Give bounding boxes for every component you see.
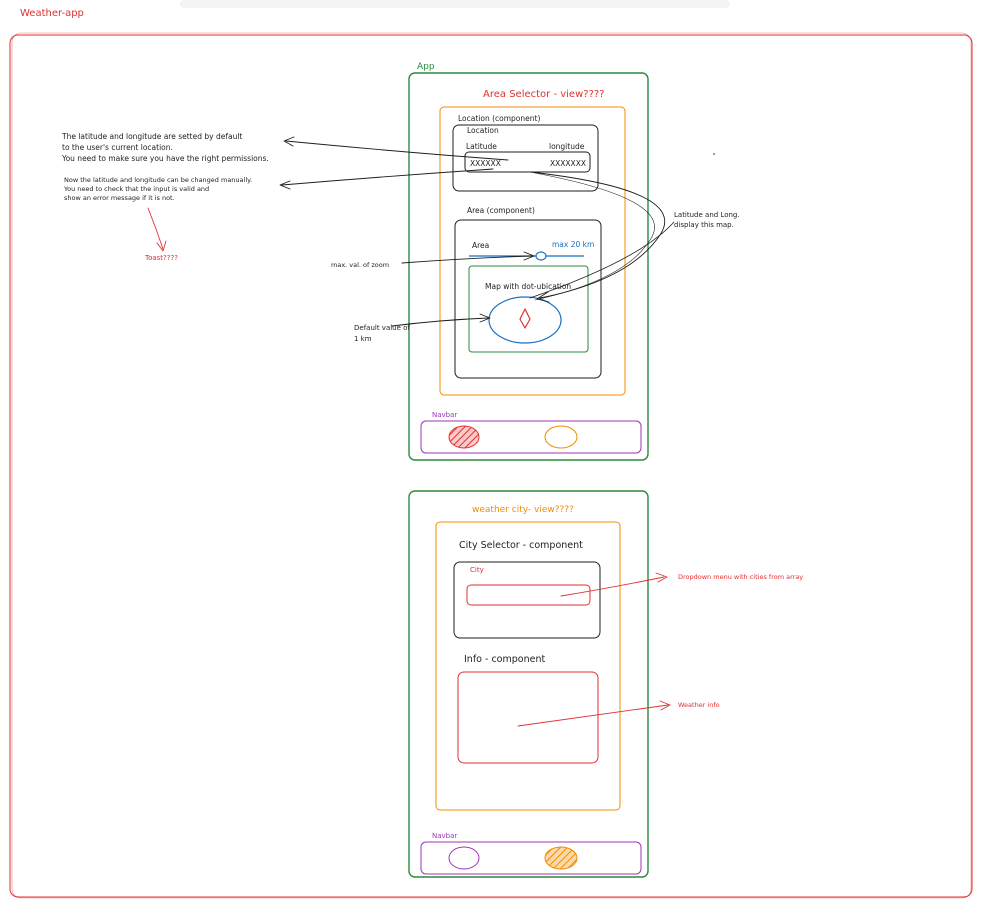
city-view-title: weather city- view???? xyxy=(472,505,574,515)
area-navbar-tab-active-icon[interactable] xyxy=(448,425,480,449)
city-field-label: City xyxy=(470,566,484,574)
diagram-canvas: Weather-app App Area Selector - view????… xyxy=(9,0,973,899)
city-selector-label: City Selector - component xyxy=(459,540,583,551)
latitude-label: Latitude xyxy=(466,142,497,151)
location-box-label: Location xyxy=(467,126,499,135)
city-navbar-tab-active-icon[interactable] xyxy=(544,846,578,870)
app-label: App xyxy=(417,62,435,72)
city-navbar-label: Navbar xyxy=(432,832,457,840)
note-manual-change: Now the latitude and longitude can be ch… xyxy=(63,176,254,202)
location-component-label: Location (component) xyxy=(458,114,540,123)
note-weather-info: Weather info xyxy=(678,701,720,709)
area-label: Area xyxy=(472,241,489,250)
info-component-label: Info - component xyxy=(464,654,545,665)
longitude-value[interactable]: XXXXXXX xyxy=(550,159,586,168)
location-pin-icon xyxy=(519,308,531,329)
arrow-to-manual-change-note xyxy=(281,168,494,186)
max-label: max 20 km xyxy=(552,240,594,249)
note-default-value: Default value of 1 km xyxy=(354,324,412,343)
arrow-max-zoom-to-slider xyxy=(401,255,533,264)
area-slider-handle[interactable] xyxy=(535,251,547,261)
map-label: Map with dot-ubication xyxy=(485,282,571,291)
top-toolbar-shadow xyxy=(180,0,730,8)
map-box xyxy=(468,265,589,353)
area-navbar-tab-icon[interactable] xyxy=(544,425,578,449)
city-navbar-tab-icon[interactable] xyxy=(448,846,480,870)
city-view-container xyxy=(435,521,621,811)
note-toast: Toast???? xyxy=(144,254,178,262)
arrow-to-toast xyxy=(147,207,164,250)
city-navbar xyxy=(420,841,642,875)
note-max-zoom: max. val. of zoom xyxy=(331,261,389,269)
city-dropdown[interactable] xyxy=(466,584,591,606)
note-default-location: The latitude and longitude are setted by… xyxy=(61,132,269,163)
arrow-head-toast xyxy=(156,240,167,252)
longitude-label: longitude xyxy=(549,142,585,151)
area-component-label: Area (component) xyxy=(467,206,535,215)
area-navbar-label: Navbar xyxy=(432,411,457,419)
area-view-title: Area Selector - view???? xyxy=(483,89,605,100)
latitude-value[interactable]: XXXXXX xyxy=(470,159,501,168)
note-dropdown: Dropdown menu with cities from array xyxy=(678,573,803,581)
stray-dot xyxy=(713,153,715,155)
arrow-to-weather-info-note xyxy=(517,704,669,727)
board-title: Weather-app xyxy=(20,8,84,19)
map-radius-circle xyxy=(488,296,562,344)
note-lat-long-map: Latitude and Long. display this map. xyxy=(674,211,742,229)
